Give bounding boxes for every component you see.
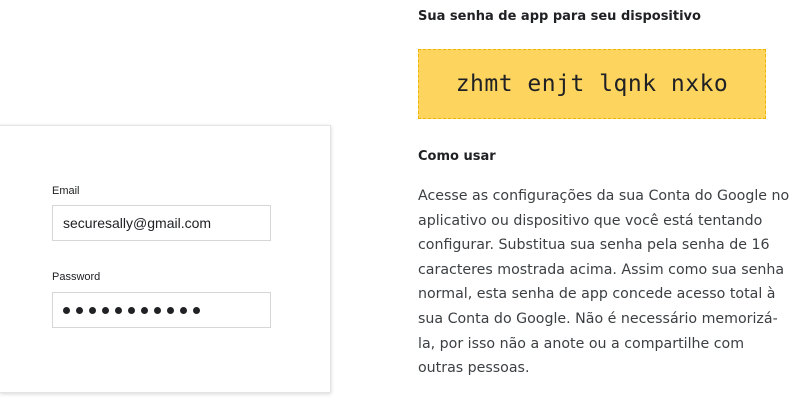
password-dot: [115, 306, 122, 314]
password-mask: [63, 306, 200, 314]
password-dot: [102, 306, 109, 314]
app-password-code-box: zhmt enjt lqnk nxko: [418, 49, 766, 119]
password-dot: [193, 306, 200, 314]
login-card: Email securesally@gmail.com Password: [0, 125, 331, 393]
how-to-use-heading: Como usar: [418, 149, 496, 164]
app-password-heading: Sua senha de app para seu dispositivo: [418, 9, 701, 24]
password-dot: [167, 306, 174, 314]
email-label: Email: [52, 185, 80, 197]
email-field[interactable]: securesally@gmail.com: [52, 205, 271, 241]
password-field[interactable]: [52, 292, 271, 328]
password-dot: [89, 306, 96, 314]
password-dot: [63, 306, 70, 314]
password-dot: [154, 306, 161, 314]
password-label: Password: [52, 271, 101, 283]
email-value: securesally@gmail.com: [63, 215, 212, 231]
password-dot: [141, 306, 148, 314]
password-dot: [76, 306, 83, 314]
how-to-use-text: Acesse as configurações da sua Conta do …: [418, 188, 790, 377]
app-password-page: Email securesally@gmail.com Password Sua…: [0, 0, 791, 415]
app-password-code[interactable]: zhmt enjt lqnk nxko: [456, 71, 729, 97]
password-dot: [180, 306, 187, 314]
password-dot: [128, 306, 135, 314]
